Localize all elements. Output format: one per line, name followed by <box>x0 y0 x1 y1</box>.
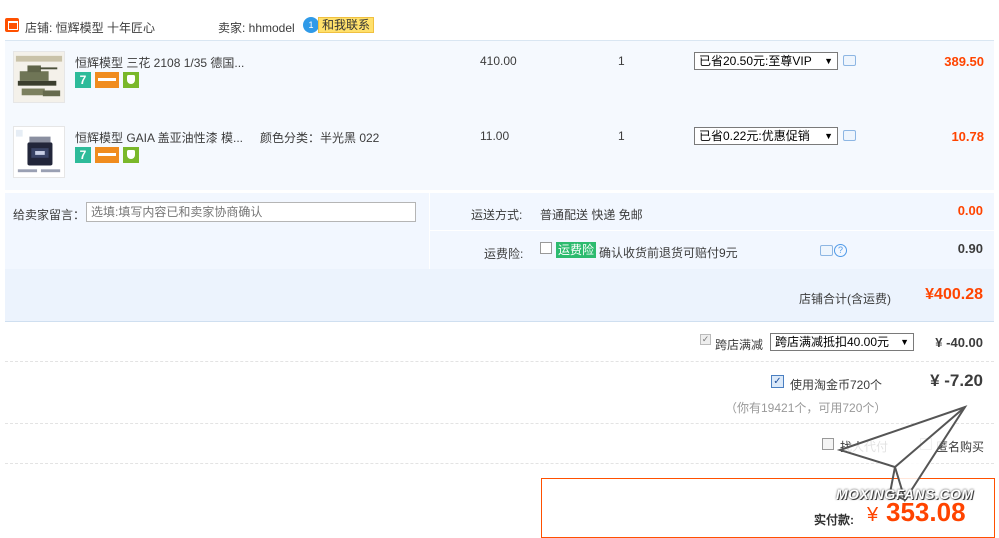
product-title[interactable]: 恒辉模型 GAIA 盖亚油性漆 模... <box>75 129 243 146</box>
anonymous-checkbox[interactable] <box>920 438 932 450</box>
divider <box>429 193 430 269</box>
promotion-select[interactable]: 已省0.22元:优惠促销 ▼ <box>694 127 838 145</box>
promotion-select-value: 已省20.50元:至尊VIP <box>699 54 812 68</box>
dropdown-arrow-icon: ▼ <box>824 131 833 141</box>
anonymous-label[interactable]: 匿名购买 <box>936 438 984 455</box>
dropdown-arrow-icon: ▼ <box>824 56 833 66</box>
taojinbi-row: ✓ 使用淘金币720个 ¥ -7.20 （你有19421个，可用720个） <box>5 362 994 424</box>
shipping-label: 运送方式: <box>471 208 523 222</box>
unit-price: 410.00 <box>480 54 517 68</box>
coins-discount-amount: ¥ -7.20 <box>930 371 983 390</box>
quantity: 1 <box>618 54 625 68</box>
item-subtotal: 10.78 <box>951 129 984 144</box>
security-badge-icon[interactable] <box>123 147 139 163</box>
message-label: 给卖家留言： <box>13 208 86 222</box>
cross-store-discount-row: ✓ 跨店满减 跨店满减抵扣40.00元 ▼ ¥ -40.00 <box>5 322 994 362</box>
coins-balance-note: （你有19421个，可用720个） <box>725 401 887 415</box>
extra-options-row: 找人代付 匿名购买 <box>5 424 994 464</box>
insurance-label: 运费险: <box>484 247 524 261</box>
product-thumbnail[interactable] <box>13 51 65 103</box>
seven-day-return-badge-icon[interactable]: 7 <box>75 147 91 163</box>
shop-header: 店铺: 恒辉模型 十年匠心 卖家: hhmodel 1 和我联系 <box>0 12 999 40</box>
security-badge-icon[interactable] <box>123 72 139 88</box>
unit-price: 11.00 <box>480 129 510 143</box>
use-coins-checkbox[interactable]: ✓ <box>771 375 784 388</box>
promotion-select[interactable]: 已省20.50元:至尊VIP ▼ <box>694 52 838 70</box>
pay-label: 实付款: <box>814 513 854 527</box>
shipping-method: 普通配送 快递 免邮 <box>540 208 643 222</box>
dropdown-arrow-icon: ▼ <box>900 337 909 347</box>
shop-total-label: 店铺合计(含运费) <box>799 292 891 306</box>
cross-discount-amount: ¥ -40.00 <box>935 335 983 350</box>
message-shipping-section: 给卖家留言： 运送方式: 普通配送 快递 免邮 0.00 运费险: 运费险 确认… <box>5 193 994 269</box>
divider <box>429 230 994 231</box>
shop-name[interactable]: 店铺: 恒辉模型 十年匠心 <box>25 19 155 36</box>
pay-currency: ¥ <box>867 504 879 526</box>
contact-seller-button[interactable]: 和我联系 <box>318 17 375 33</box>
order-items: 恒辉模型 三花 2108 1/35 德国... 7 410.00 1 已省20.… <box>5 40 994 190</box>
product-sku: 颜色分类：半光黑 022 <box>260 131 380 145</box>
cross-discount-select[interactable]: 跨店满减抵扣40.00元 ▼ <box>770 333 914 351</box>
quantity: 1 <box>618 129 625 143</box>
cross-discount-label: 跨店满减 <box>715 338 764 352</box>
product-title[interactable]: 恒辉模型 三花 2108 1/35 德国... <box>75 54 244 71</box>
cross-discount-checkbox[interactable]: ✓ <box>700 334 711 345</box>
product-thumbnail[interactable] <box>13 126 65 178</box>
question-circle-icon[interactable]: ? <box>834 244 847 257</box>
proxy-pay-label[interactable]: 找人代付 <box>840 438 888 455</box>
seller-message-input[interactable] <box>86 202 416 222</box>
shop-total-value: ¥400.28 <box>925 286 983 303</box>
insurance-fee: 0.90 <box>957 241 983 256</box>
seven-day-return-badge-icon[interactable]: 7 <box>75 72 91 88</box>
order-item-row: 恒辉模型 GAIA 盖亚油性漆 模... 颜色分类：半光黑 022 7 11.0… <box>5 116 994 191</box>
use-coins-label: 使用淘金币720个 <box>790 378 883 392</box>
insurance-tag: 运费险 <box>556 242 597 258</box>
item-subtotal: 389.50 <box>944 54 984 69</box>
seller-name: 卖家: hhmodel <box>218 21 295 35</box>
proxy-pay-checkbox[interactable] <box>822 438 834 450</box>
promotion-select-value: 已省0.22元:优惠促销 <box>699 129 810 143</box>
shop-total-section: 店铺合计(含运费) ¥400.28 <box>5 269 994 322</box>
order-item-row: 恒辉模型 三花 2108 1/35 德国... 7 410.00 1 已省20.… <box>5 41 994 116</box>
credit-card-badge-icon[interactable] <box>95 147 119 163</box>
shop-icon <box>5 18 19 32</box>
insurance-checkbox[interactable] <box>540 242 552 254</box>
chat-bubble-icon[interactable] <box>843 55 856 66</box>
wangwang-icon[interactable]: 1 <box>303 17 319 33</box>
credit-card-badge-icon[interactable] <box>95 72 119 88</box>
chat-bubble-icon[interactable] <box>820 245 833 256</box>
shipping-fee: 0.00 <box>957 203 983 218</box>
chat-bubble-icon[interactable] <box>843 130 856 141</box>
insurance-description: 确认收货前退货可赔付9元 <box>599 246 738 260</box>
cross-discount-select-value: 跨店满减抵扣40.00元 <box>775 335 890 349</box>
watermark-text: MOXINGFANS.COM <box>836 486 974 502</box>
